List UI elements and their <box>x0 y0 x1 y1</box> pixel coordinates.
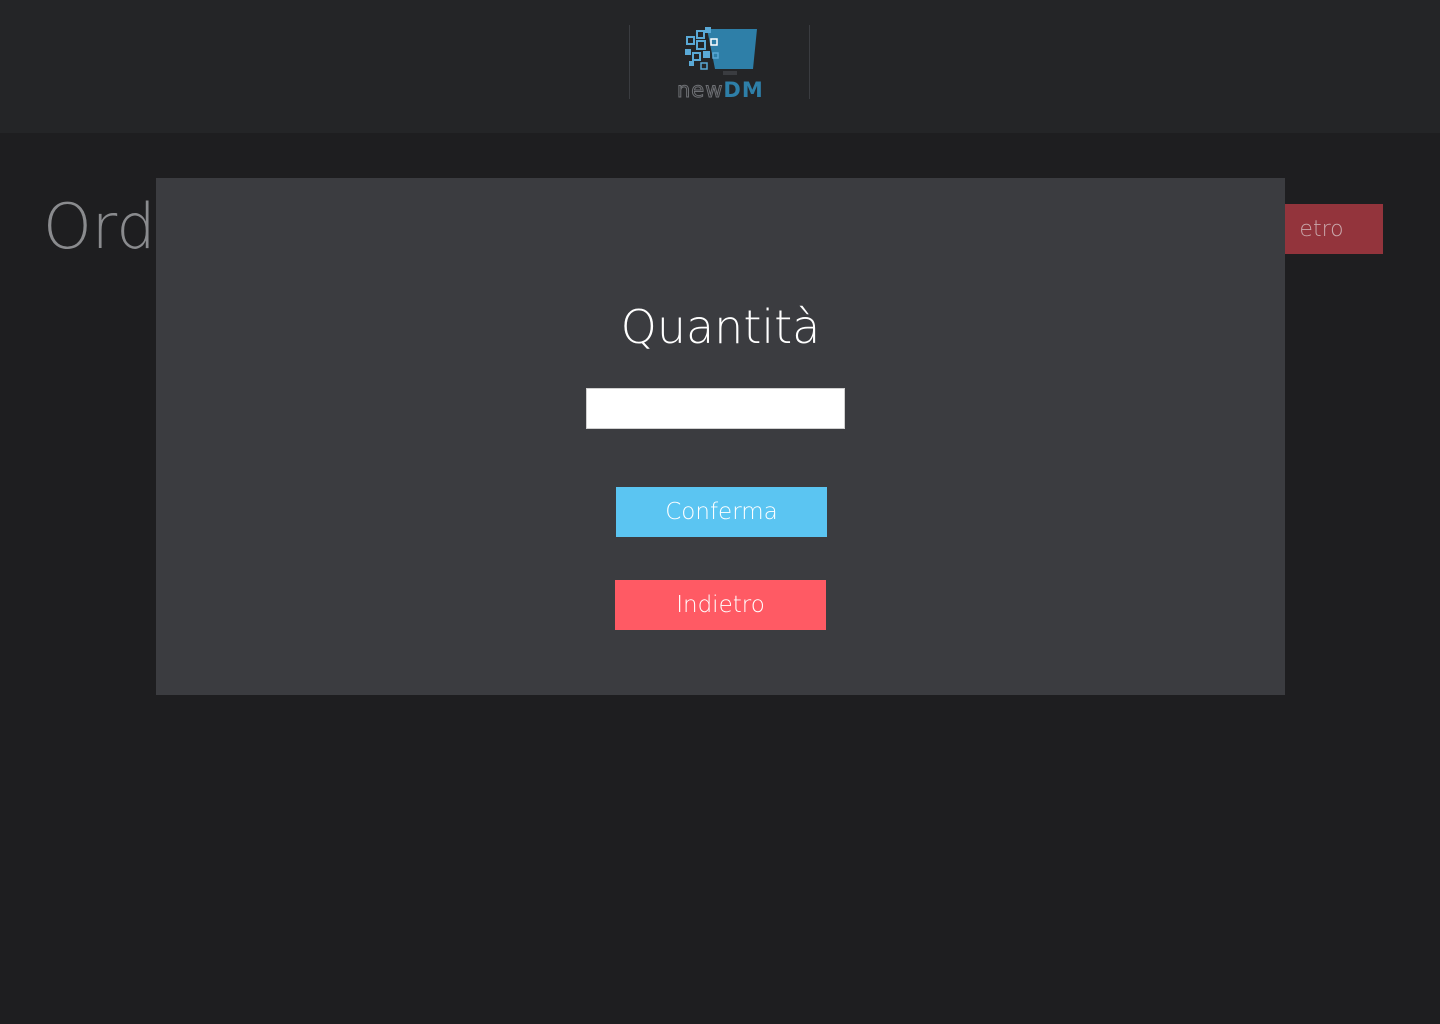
page-title: Ordi <box>43 190 173 263</box>
back-button[interactable]: Indietro <box>615 580 826 630</box>
logo-word-new: new <box>676 78 724 102</box>
logo-word-dm: DM <box>723 78 764 102</box>
quantity-dialog: Quantità Conferma Indietro <box>156 178 1285 695</box>
confirm-button[interactable]: Conferma <box>616 487 827 537</box>
logo-wordmark: newDM <box>676 78 764 102</box>
dialog-title: Quantità <box>620 300 821 354</box>
quantity-input[interactable] <box>586 388 845 429</box>
app-header: newDM <box>0 0 1440 133</box>
logo-container: newDM <box>629 25 810 102</box>
